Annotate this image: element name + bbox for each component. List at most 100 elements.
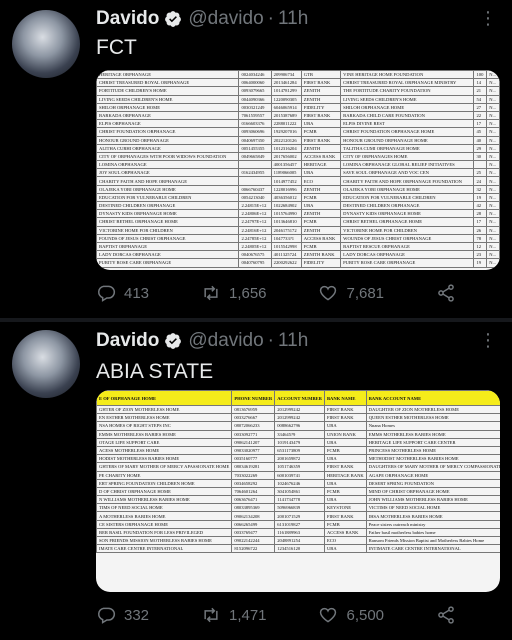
table-cell: 2013461284 (270, 78, 302, 88)
table-cell: 1220090305 (270, 94, 302, 104)
table-cell: 100 (473, 70, 488, 80)
table-cell: NSA HOMES OF RIGHT STEPS INC (96, 421, 233, 431)
table-cell: UBA (300, 119, 342, 129)
timestamp[interactable]: 11h (278, 8, 308, 30)
timestamp[interactable]: 11h (278, 330, 308, 352)
table-cell: OTAGE LIFE SUPPORT CARE (96, 437, 233, 447)
retweet-button[interactable]: 1,471 (201, 605, 267, 625)
table-cell: 6131019827 (274, 519, 325, 529)
heart-icon (320, 607, 337, 623)
table-row: IMATE CARE CENTRE INTERNATIONAL 815209672… (96, 544, 500, 554)
author-name[interactable]: Davido (96, 330, 159, 352)
table-cell: 1014977452 (270, 176, 302, 186)
table-cell: 0066760437 (238, 184, 272, 194)
author-handle[interactable]: @davido (188, 330, 263, 352)
table-cell: GHTER OF ZION MOTHERLESS HOME (96, 404, 233, 415)
table-cell: ALITHA CURHI ORPHANAGE (96, 143, 240, 153)
table-cell: CHRIST FOUNDATION ORPHANAGE HOME (340, 127, 475, 137)
table-cell: Father basil motherless babies home (365, 527, 500, 538)
tweet-fct[interactable]: Davido @davido · 11h ⋮ FCT HERITAGE ORPH… (0, 0, 512, 318)
table-row: BER BASIL FOUNDATION FOR LESS PRIVILEGED… (96, 527, 500, 538)
table-cell: 17 (473, 119, 488, 129)
share-button[interactable] (436, 283, 456, 303)
table-cell: BARKADA CHILD CARE FOUNDATION (340, 110, 475, 121)
table-cell: 6046065914 (270, 102, 302, 112)
table-cell: 45 (473, 127, 488, 137)
tweet-header: Davido @davido · 11h (96, 8, 308, 30)
table-cell: HONOUR GROUND ORPHANAGE (96, 135, 240, 145)
like-button[interactable]: 6,500 (318, 605, 384, 625)
table-cell: EN ESTHER MOTHERLESS HOME (96, 413, 233, 423)
table-row: JOY SOUL ORPHANAGE 0162434955 1189066005 UB… (96, 168, 500, 178)
table-cell: 0064000060 (238, 78, 272, 88)
table-cell: 0088662796 (274, 421, 325, 431)
table-cell: SHILOH ORPHANAGE HOME (340, 102, 475, 112)
table-cell: GTB (300, 70, 342, 80)
table-cell: 0093060696 (238, 127, 272, 137)
table-row: GHTERS OF MARY MOTHER OF MERCY APASSIONA… (96, 462, 500, 472)
table-row: CHRIST TREASURED ROYAL ORPHANAGE 00640000… (96, 78, 500, 88)
table-cell: 30 (473, 151, 488, 162)
table-cell: 0093079665 (238, 86, 272, 96)
tweet-image-abia-table[interactable]: E OF ORPHANAGE HOME PHONE NUMBER ACCOUNT N… (96, 390, 500, 592)
table-cell: DYNASTY KIDS ORPHANAGE HOME (96, 209, 240, 219)
table-cell: 24 (473, 176, 488, 186)
table-cell: 2.24805E+12 (238, 241, 272, 252)
table-cell: SHILOH ORPHANAGE HOME (96, 102, 240, 112)
like-button[interactable]: 7,681 (318, 283, 384, 303)
reply-button[interactable]: 413 (96, 283, 149, 303)
table-cell: GHTERS OF MARY MOTHER OF MERCY APASSIONA… (96, 462, 233, 472)
table-cell: Nnana Homes (365, 421, 500, 431)
table-cell: 0063676471 (231, 495, 276, 505)
retweet-button[interactable]: 1,656 (201, 283, 267, 303)
avatar[interactable] (12, 10, 80, 78)
table-cell: 4001356457 (270, 160, 302, 170)
tweet-header: Davido @davido · 11h (96, 330, 308, 352)
avatar[interactable] (12, 330, 80, 398)
table-row: EDUCATION FOR VULNERABLE CHILDREN 0054213… (96, 192, 500, 203)
table-cell: 0049665849 (238, 151, 272, 162)
table-cell: KEYSTONE (323, 503, 367, 513)
table-cell: UBA (323, 421, 367, 431)
table-cell: 1013646810 (270, 217, 302, 227)
table-cell: 0044090366 (238, 94, 272, 104)
more-icon[interactable]: ⋮ (479, 8, 498, 29)
table-cell: ACCESS BANK (300, 151, 342, 162)
table-row: ERT SPRING FOUNDATION CHILDREN HOME 00346… (96, 478, 500, 488)
table-row: N WILLIAMS MOTHERLESS BABIES HOME 0063676… (96, 495, 500, 505)
table-cell: 0040697350 (238, 135, 272, 145)
table-cell: FCMB (300, 127, 342, 137)
author-name[interactable]: Davido (96, 8, 159, 30)
share-button[interactable] (436, 605, 456, 625)
table-cell: 3041054861 (274, 486, 325, 497)
table-cell (473, 160, 488, 170)
table-cell: 12 (473, 241, 488, 252)
table-row: PE CHARITY HOME 7033022269 6001039741 HERIT… (96, 470, 500, 480)
table-cell: LOMINA ORPHANAGE (96, 160, 240, 170)
table-cell: LOMINA ORPHANAGE GLOBAL RELIEF INITIATIV… (340, 160, 475, 170)
table-cell: PRINCESS MOTHERLESS HOME (365, 445, 500, 456)
more-icon[interactable]: ⋮ (479, 330, 498, 351)
reply-button[interactable]: 332 (96, 605, 149, 625)
table-row: SON FRIENDS MISSION MOTHERLESS BABIES HO… (96, 535, 500, 546)
table-cell: 2017656002 (270, 151, 302, 162)
tweet-abia[interactable]: Davido @davido · 11h ⋮ ABIA STATE E OF O… (0, 322, 512, 640)
table-cell: CHARITY FAITH AND HOPE ORPHANAGE (96, 176, 240, 186)
table-cell: OLAJEKA YOBI ORPHANAGE HOME (340, 184, 475, 194)
table-header-cell: BANK ACCOUNT NAME (365, 390, 500, 406)
table-row: LIVING SEEDS CHILDREN'S HOME 0044090366 12… (96, 94, 500, 104)
table-cell: ZENITH (300, 184, 342, 194)
table-cell: Peace sisters outreach ministry (365, 519, 500, 529)
table-cell: ELPIS DIVINE REST (340, 119, 475, 129)
table-cell: ECO (323, 535, 367, 546)
table-cell: 0166603376 (238, 119, 272, 129)
table-cell: 09062141207 (231, 437, 276, 447)
orphanage-table: HERITAGE ORPHANAGE 0024034246 209906734 GTB… (96, 70, 500, 268)
table-cell: 0040760795 (238, 258, 272, 268)
author-handle[interactable]: @davido (188, 8, 263, 30)
table-cell: AGAPE ORPHANAGE HOME (365, 470, 500, 480)
tweet-image-fct-table[interactable]: HERITAGE ORPHANAGE 0024034246 209906734 GTB… (96, 70, 500, 270)
table-cell: 2.24797E+12 (238, 217, 272, 227)
table-cell: LIVING SEEDS CHILDREN'S HOME (96, 94, 240, 104)
table-cell: 1019143479 (274, 437, 325, 447)
